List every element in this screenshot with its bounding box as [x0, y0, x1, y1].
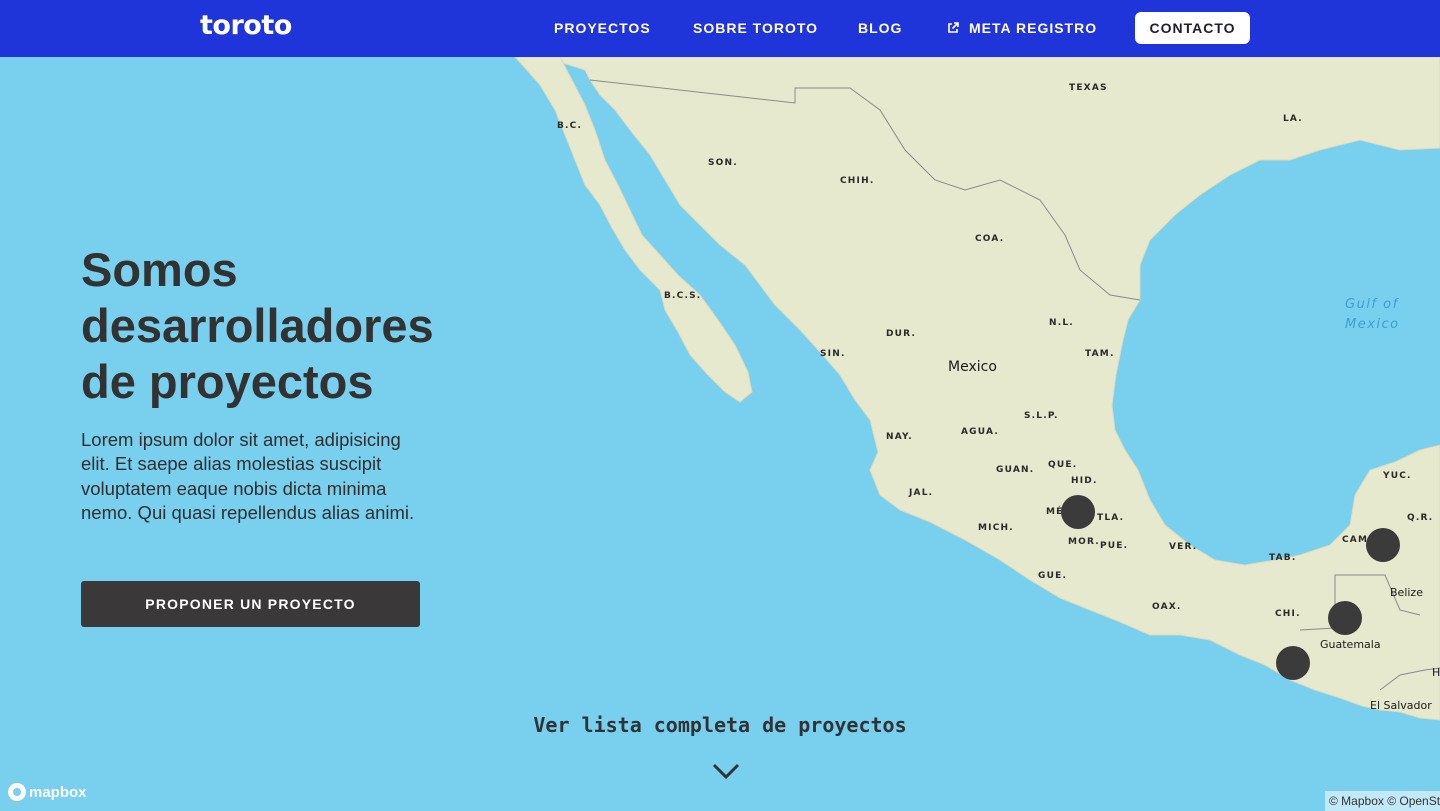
- propose-project-button[interactable]: PROPONER UN PROYECTO: [81, 581, 420, 627]
- map-label-el-salvador: El Salvador: [1370, 699, 1432, 712]
- mapbox-logo-text: mapbox: [29, 783, 87, 801]
- map-label-slp: S.L.P.: [1024, 411, 1059, 421]
- external-link-icon: [948, 22, 959, 33]
- map-label-qr: Q.R.: [1407, 513, 1434, 523]
- top-navigation: toroto PROYECTOS SOBRE TOROTO BLOG META …: [0, 0, 1440, 57]
- map-label-mexico: Mexico: [948, 359, 997, 375]
- map-label-nay: NAY.: [886, 432, 913, 442]
- map-label-yuc: YUC.: [1383, 471, 1412, 481]
- map-label-belize: Belize: [1390, 586, 1423, 599]
- toroto-logo[interactable]: toroto: [200, 10, 292, 41]
- mapbox-logo[interactable]: mapbox: [8, 783, 87, 801]
- map-label-tam: TAM.: [1085, 349, 1115, 359]
- nav-link-meta-registro[interactable]: META REGISTRO: [947, 20, 1097, 36]
- project-marker-2[interactable]: [1366, 528, 1400, 562]
- contact-button[interactable]: CONTACTO: [1135, 12, 1250, 44]
- map-label-nl: N.L.: [1049, 318, 1074, 328]
- gulf-line-1: Gulf of: [1345, 297, 1399, 312]
- nav-link-blog[interactable]: BLOG: [858, 20, 902, 36]
- map-label-dur: DUR.: [886, 329, 917, 339]
- map-label-gue: GUE.: [1038, 571, 1068, 581]
- nav-link-proyectos[interactable]: PROYECTOS: [554, 20, 651, 36]
- map-label-gulf-of-mexico: Gulf of Mexico: [1345, 295, 1400, 335]
- chevron-down-icon[interactable]: [712, 762, 740, 780]
- map-label-agua: AGUA.: [961, 427, 999, 437]
- map-label-guan: GUAN.: [996, 465, 1035, 475]
- map-label-chi: CHI.: [1275, 609, 1301, 619]
- map-label-sin: SIN.: [820, 349, 846, 359]
- map-label-honduras: H: [1432, 666, 1440, 679]
- map-label-cam: CAM: [1342, 535, 1369, 545]
- project-marker-3[interactable]: [1328, 601, 1362, 635]
- meta-registro-label: META REGISTRO: [969, 20, 1098, 36]
- gulf-line-2: Mexico: [1345, 317, 1400, 332]
- map-label-bcs: B.C.S.: [664, 291, 702, 301]
- project-marker-1[interactable]: [1061, 495, 1095, 529]
- map-label-mich: MICH.: [978, 523, 1014, 533]
- project-marker-4[interactable]: [1276, 646, 1310, 680]
- map-label-hid: HID.: [1071, 476, 1098, 486]
- map-label-texas: TEXAS: [1069, 83, 1108, 93]
- nav-link-sobre-toroto[interactable]: SOBRE TOROTO: [693, 20, 818, 36]
- map-label-la: LA.: [1283, 114, 1303, 124]
- map-label-oax: OAX.: [1152, 602, 1182, 612]
- map-label-ver: VER.: [1169, 542, 1198, 552]
- see-all-projects-link[interactable]: Ver lista completa de proyectos: [0, 713, 1440, 737]
- map-label-son: SON.: [708, 158, 738, 168]
- map-label-tla: TLA.: [1097, 513, 1125, 523]
- map-label-chih: CHIH.: [840, 176, 875, 186]
- map-label-que: QUE.: [1048, 460, 1078, 470]
- map-label-pue: PUE.: [1100, 541, 1129, 551]
- map-label-coa: COA.: [975, 234, 1005, 244]
- hero-description: Lorem ipsum dolor sit amet, adipisicing …: [81, 429, 415, 523]
- map-attribution[interactable]: © Mapbox © OpenStreetMap: [1325, 791, 1440, 811]
- map-label-bc: B.C.: [557, 121, 583, 131]
- map-label-jal: JAL.: [909, 488, 934, 498]
- map-label-tab: TAB.: [1269, 553, 1297, 563]
- map-label-guatemala: Guatemala: [1320, 638, 1381, 651]
- map-label-mor: MOR.: [1068, 537, 1100, 547]
- hero-title: Somos desarrolladores de proyectos: [81, 243, 434, 408]
- mapbox-icon: [8, 783, 26, 801]
